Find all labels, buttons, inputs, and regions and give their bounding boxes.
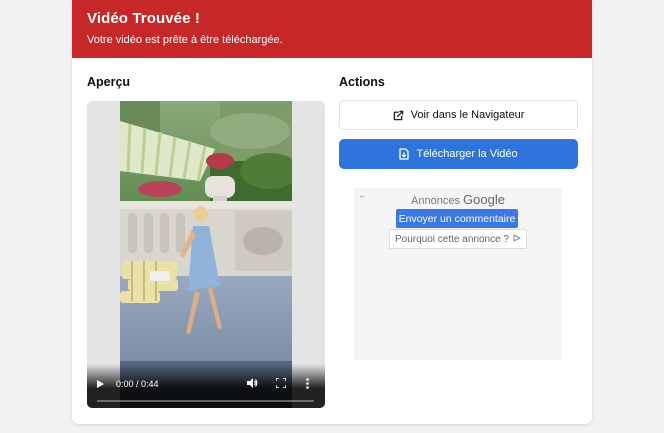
ad-label-prefix: Annonces bbox=[411, 195, 460, 207]
download-video-button[interactable]: Télécharger la Vidéo bbox=[339, 139, 578, 169]
fullscreen-icon[interactable] bbox=[275, 377, 287, 391]
time-display: 0:00 / 0:44 bbox=[116, 379, 159, 389]
adchoices-icon bbox=[513, 233, 522, 245]
video-controls: 0:00 / 0:44 bbox=[87, 364, 325, 408]
success-banner: Vidéo Trouvée ! Votre vidéo est prête à … bbox=[72, 0, 592, 58]
file-download-icon bbox=[399, 148, 409, 160]
open-in-browser-button[interactable]: Voir dans le Navigateur bbox=[339, 100, 578, 130]
more-options-icon[interactable] bbox=[306, 378, 309, 392]
result-card: Vidéo Trouvée ! Votre vidéo est prête à … bbox=[72, 0, 592, 424]
ad-label: Annonces Google bbox=[354, 192, 562, 207]
download-video-label: Télécharger la Vidéo bbox=[416, 148, 518, 160]
banner-subtitle: Votre vidéo est prête à être téléchargée… bbox=[87, 34, 283, 46]
preview-heading: Aperçu bbox=[87, 75, 131, 89]
play-icon[interactable] bbox=[97, 380, 104, 388]
external-link-icon bbox=[393, 110, 404, 121]
open-in-browser-label: Voir dans le Navigateur bbox=[410, 109, 525, 121]
google-logo: Google bbox=[463, 192, 505, 207]
send-feedback-button[interactable]: Envoyer un commentaire bbox=[396, 209, 518, 228]
why-this-ad-label: Pourquoi cette annonce ? bbox=[395, 233, 509, 245]
why-this-ad-button[interactable]: Pourquoi cette annonce ? bbox=[389, 229, 527, 249]
video-frame bbox=[120, 101, 292, 408]
banner-title: Vidéo Trouvée ! bbox=[87, 10, 200, 27]
video-scene-image bbox=[120, 101, 292, 408]
video-player[interactable]: 0:00 / 0:44 bbox=[87, 101, 325, 408]
ad-slot: ← Annonces Google Envoyer un commentaire… bbox=[354, 188, 562, 360]
volume-icon[interactable] bbox=[247, 378, 258, 391]
actions-heading: Actions bbox=[339, 75, 385, 89]
progress-bar[interactable] bbox=[97, 400, 314, 402]
